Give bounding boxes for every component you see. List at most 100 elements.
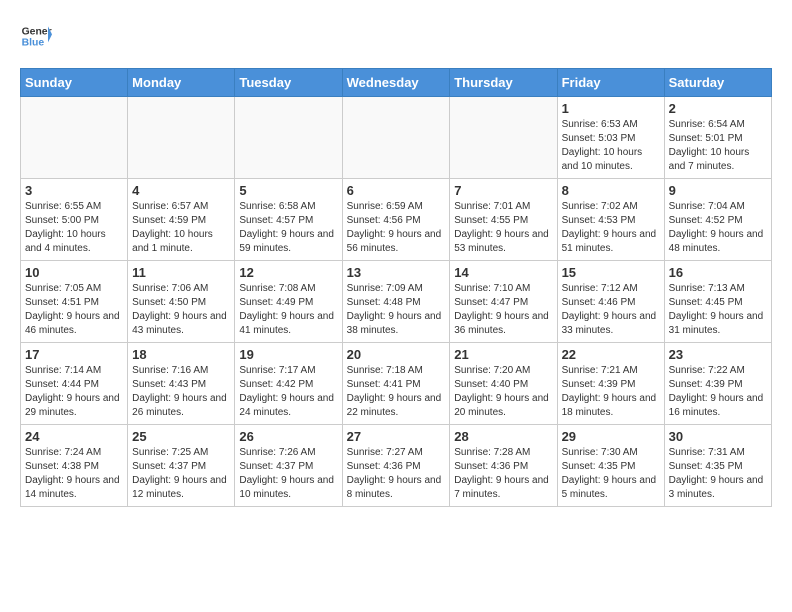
calendar-week-row: 17Sunrise: 7:14 AM Sunset: 4:44 PM Dayli… xyxy=(21,343,772,425)
day-number: 11 xyxy=(132,265,230,280)
day-info: Sunrise: 7:21 AM Sunset: 4:39 PM Dayligh… xyxy=(562,364,660,420)
day-info: Sunrise: 7:16 AM Sunset: 4:43 PM Dayligh… xyxy=(132,364,230,420)
day-number: 8 xyxy=(562,183,660,198)
day-info: Sunrise: 7:31 AM Sunset: 4:35 PM Dayligh… xyxy=(669,446,767,502)
calendar-cell: 17Sunrise: 7:14 AM Sunset: 4:44 PM Dayli… xyxy=(21,343,128,425)
day-info: Sunrise: 6:53 AM Sunset: 5:03 PM Dayligh… xyxy=(562,118,660,174)
day-info: Sunrise: 7:27 AM Sunset: 4:36 PM Dayligh… xyxy=(347,446,446,502)
day-number: 30 xyxy=(669,429,767,444)
day-info: Sunrise: 7:22 AM Sunset: 4:39 PM Dayligh… xyxy=(669,364,767,420)
calendar-cell: 2 Sunrise: 6:54 AM Sunset: 5:01 PM Daylig… xyxy=(664,97,771,179)
day-info: Sunrise: 6:55 AM Sunset: 5:00 PM Dayligh… xyxy=(25,200,123,256)
calendar-cell: 30 Sunrise: 7:31 AM Sunset: 4:35 PM Dayli… xyxy=(664,425,771,507)
calendar-cell: 29 Sunrise: 7:30 AM Sunset: 4:35 PM Dayli… xyxy=(557,425,664,507)
day-number: 19 xyxy=(239,347,337,362)
day-number: 2 xyxy=(669,101,767,116)
day-number: 3 xyxy=(25,183,123,198)
day-number: 9 xyxy=(669,183,767,198)
day-number: 25 xyxy=(132,429,230,444)
logo: General Blue xyxy=(20,20,52,52)
day-info: Sunrise: 7:14 AM Sunset: 4:44 PM Dayligh… xyxy=(25,364,123,420)
calendar-cell: 11 Sunrise: 7:06 AM Sunset: 4:50 PM Dayli… xyxy=(128,261,235,343)
calendar-cell: 18 Sunrise: 7:16 AM Sunset: 4:43 PM Dayli… xyxy=(128,343,235,425)
calendar-cell: 1Sunrise: 6:53 AM Sunset: 5:03 PM Daylig… xyxy=(557,97,664,179)
day-info: Sunrise: 7:05 AM Sunset: 4:51 PM Dayligh… xyxy=(25,282,123,338)
calendar-body: 1Sunrise: 6:53 AM Sunset: 5:03 PM Daylig… xyxy=(21,97,772,507)
day-number: 13 xyxy=(347,265,446,280)
day-info: Sunrise: 6:58 AM Sunset: 4:57 PM Dayligh… xyxy=(239,200,337,256)
calendar-cell: 24 Sunrise: 7:24 AM Sunset: 4:38 PM Dayli… xyxy=(21,425,128,507)
day-info: Sunrise: 7:09 AM Sunset: 4:48 PM Dayligh… xyxy=(347,282,446,338)
day-info: Sunrise: 6:57 AM Sunset: 4:59 PM Dayligh… xyxy=(132,200,230,256)
calendar-cell: 3 Sunrise: 6:55 AM Sunset: 5:00 PM Daylig… xyxy=(21,179,128,261)
calendar-cell: 10 Sunrise: 7:05 AM Sunset: 4:51 PM Dayli… xyxy=(21,261,128,343)
day-number: 12 xyxy=(239,265,337,280)
calendar-cell: 6Sunrise: 6:59 AM Sunset: 4:56 PM Daylig… xyxy=(342,179,450,261)
calendar-cell xyxy=(21,97,128,179)
day-info: Sunrise: 7:20 AM Sunset: 4:40 PM Dayligh… xyxy=(454,364,552,420)
calendar-week-row: 1Sunrise: 6:53 AM Sunset: 5:03 PM Daylig… xyxy=(21,97,772,179)
calendar-cell: 28 Sunrise: 7:28 AM Sunset: 4:36 PM Dayli… xyxy=(450,425,557,507)
day-number: 15 xyxy=(562,265,660,280)
calendar-cell: 20 Sunrise: 7:18 AM Sunset: 4:41 PM Dayli… xyxy=(342,343,450,425)
day-number: 27 xyxy=(347,429,446,444)
calendar-cell: 13 Sunrise: 7:09 AM Sunset: 4:48 PM Dayli… xyxy=(342,261,450,343)
calendar-cell: 19 Sunrise: 7:17 AM Sunset: 4:42 PM Dayli… xyxy=(235,343,342,425)
page-header: General Blue xyxy=(20,20,772,52)
calendar-week-row: 3 Sunrise: 6:55 AM Sunset: 5:00 PM Daylig… xyxy=(21,179,772,261)
calendar-cell: 27 Sunrise: 7:27 AM Sunset: 4:36 PM Dayli… xyxy=(342,425,450,507)
day-number: 29 xyxy=(562,429,660,444)
calendar-cell xyxy=(342,97,450,179)
svg-text:Blue: Blue xyxy=(22,38,45,49)
calendar-cell: 5 Sunrise: 6:58 AM Sunset: 4:57 PM Daylig… xyxy=(235,179,342,261)
weekday-header: Friday xyxy=(557,69,664,97)
day-number: 21 xyxy=(454,347,552,362)
logo-icon: General Blue xyxy=(20,20,52,52)
calendar-cell: 21 Sunrise: 7:20 AM Sunset: 4:40 PM Dayli… xyxy=(450,343,557,425)
day-info: Sunrise: 7:24 AM Sunset: 4:38 PM Dayligh… xyxy=(25,446,123,502)
day-info: Sunrise: 7:26 AM Sunset: 4:37 PM Dayligh… xyxy=(239,446,337,502)
day-number: 24 xyxy=(25,429,123,444)
svg-text:General: General xyxy=(22,26,52,37)
day-info: Sunrise: 6:59 AM Sunset: 4:56 PM Dayligh… xyxy=(347,200,446,256)
day-number: 28 xyxy=(454,429,552,444)
day-info: Sunrise: 7:08 AM Sunset: 4:49 PM Dayligh… xyxy=(239,282,337,338)
day-number: 10 xyxy=(25,265,123,280)
calendar-cell: 8 Sunrise: 7:02 AM Sunset: 4:53 PM Daylig… xyxy=(557,179,664,261)
calendar-cell xyxy=(235,97,342,179)
weekday-header: Wednesday xyxy=(342,69,450,97)
day-info: Sunrise: 7:25 AM Sunset: 4:37 PM Dayligh… xyxy=(132,446,230,502)
day-info: Sunrise: 6:54 AM Sunset: 5:01 PM Dayligh… xyxy=(669,118,767,174)
day-number: 5 xyxy=(239,183,337,198)
calendar-cell xyxy=(450,97,557,179)
weekday-header: Sunday xyxy=(21,69,128,97)
day-info: Sunrise: 7:02 AM Sunset: 4:53 PM Dayligh… xyxy=(562,200,660,256)
day-info: Sunrise: 7:13 AM Sunset: 4:45 PM Dayligh… xyxy=(669,282,767,338)
calendar-cell: 12 Sunrise: 7:08 AM Sunset: 4:49 PM Dayli… xyxy=(235,261,342,343)
day-number: 22 xyxy=(562,347,660,362)
calendar-cell: 25 Sunrise: 7:25 AM Sunset: 4:37 PM Dayli… xyxy=(128,425,235,507)
calendar-cell: 7 Sunrise: 7:01 AM Sunset: 4:55 PM Daylig… xyxy=(450,179,557,261)
day-number: 7 xyxy=(454,183,552,198)
day-info: Sunrise: 7:17 AM Sunset: 4:42 PM Dayligh… xyxy=(239,364,337,420)
calendar-cell: 14Sunrise: 7:10 AM Sunset: 4:47 PM Dayli… xyxy=(450,261,557,343)
day-info: Sunrise: 7:01 AM Sunset: 4:55 PM Dayligh… xyxy=(454,200,552,256)
calendar-cell: 22 Sunrise: 7:21 AM Sunset: 4:39 PM Dayli… xyxy=(557,343,664,425)
day-number: 14 xyxy=(454,265,552,280)
day-info: Sunrise: 7:28 AM Sunset: 4:36 PM Dayligh… xyxy=(454,446,552,502)
day-info: Sunrise: 7:18 AM Sunset: 4:41 PM Dayligh… xyxy=(347,364,446,420)
calendar-cell: 4 Sunrise: 6:57 AM Sunset: 4:59 PM Daylig… xyxy=(128,179,235,261)
calendar-week-row: 10 Sunrise: 7:05 AM Sunset: 4:51 PM Dayli… xyxy=(21,261,772,343)
day-info: Sunrise: 7:04 AM Sunset: 4:52 PM Dayligh… xyxy=(669,200,767,256)
weekday-header: Saturday xyxy=(664,69,771,97)
day-number: 16 xyxy=(669,265,767,280)
day-number: 4 xyxy=(132,183,230,198)
day-number: 18 xyxy=(132,347,230,362)
weekday-header: Tuesday xyxy=(235,69,342,97)
calendar-cell xyxy=(128,97,235,179)
day-info: Sunrise: 7:30 AM Sunset: 4:35 PM Dayligh… xyxy=(562,446,660,502)
calendar-table: SundayMondayTuesdayWednesdayThursdayFrid… xyxy=(20,68,772,507)
day-number: 20 xyxy=(347,347,446,362)
day-number: 23 xyxy=(669,347,767,362)
day-info: Sunrise: 7:06 AM Sunset: 4:50 PM Dayligh… xyxy=(132,282,230,338)
